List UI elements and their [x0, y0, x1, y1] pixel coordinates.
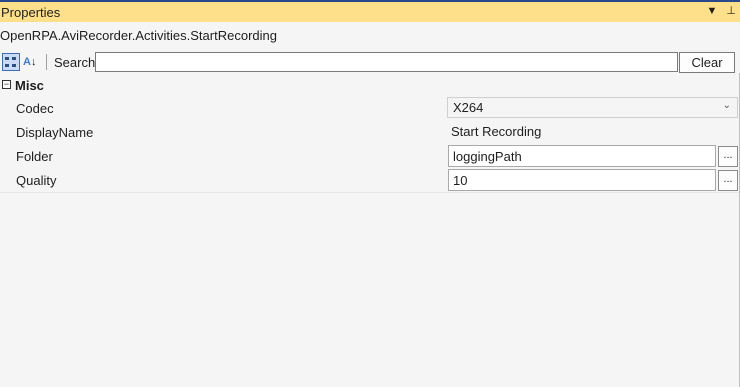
- chevron-down-icon[interactable]: ⌄: [723, 100, 731, 111]
- search-input[interactable]: [95, 52, 678, 72]
- panel-title: Properties: [1, 5, 61, 20]
- category-label: Misc: [15, 78, 44, 93]
- category-misc: − Misc: [0, 77, 740, 95]
- displayname-value[interactable]: Start Recording: [451, 124, 541, 139]
- folder-browse-button[interactable]: ...: [718, 146, 738, 167]
- property-name: Folder: [16, 149, 53, 164]
- property-name: Codec: [16, 101, 54, 116]
- selected-type-name: OpenRPA.AviRecorder.Activities.StartReco…: [0, 28, 277, 43]
- codec-value: X264: [453, 100, 484, 115]
- alphabetical-sort-icon[interactable]: A↓: [23, 53, 41, 71]
- categorized-view-icon[interactable]: [2, 53, 20, 71]
- collapse-icon[interactable]: −: [2, 80, 11, 89]
- property-name: Quality: [16, 173, 57, 188]
- property-row-quality: Quality 10 ...: [0, 168, 740, 193]
- toolbar-separator: [46, 54, 47, 70]
- pin-icon[interactable]: ⊥: [726, 5, 736, 17]
- quality-browse-button[interactable]: ...: [718, 170, 738, 191]
- property-row-displayname: DisplayName Start Recording: [0, 120, 740, 145]
- search-label: Search:: [54, 55, 99, 70]
- property-value-cell: loggingPath ...: [447, 144, 740, 168]
- titlebar-icons: ▼ ⊥: [700, 4, 736, 17]
- property-name: DisplayName: [16, 125, 94, 140]
- property-value-cell: 10 ...: [447, 168, 740, 192]
- folder-field[interactable]: loggingPath: [448, 145, 716, 167]
- property-row-codec: Codec X264 ⌄: [0, 96, 740, 121]
- property-value-cell: X264 ⌄: [447, 96, 740, 120]
- quality-field[interactable]: 10: [448, 169, 716, 191]
- codec-select[interactable]: X264 ⌄: [447, 97, 738, 118]
- clear-button[interactable]: Clear: [679, 52, 735, 73]
- properties-titlebar: Properties ▼ ⊥: [0, 0, 740, 22]
- quality-value: 10: [453, 173, 468, 188]
- properties-toolbar: A↓ Search: Clear: [0, 51, 740, 73]
- property-row-folder: Folder loggingPath ...: [0, 144, 740, 169]
- folder-value: loggingPath: [453, 149, 522, 164]
- dropdown-arrow-icon[interactable]: ▼: [706, 5, 717, 17]
- property-value-cell[interactable]: Start Recording: [447, 120, 740, 144]
